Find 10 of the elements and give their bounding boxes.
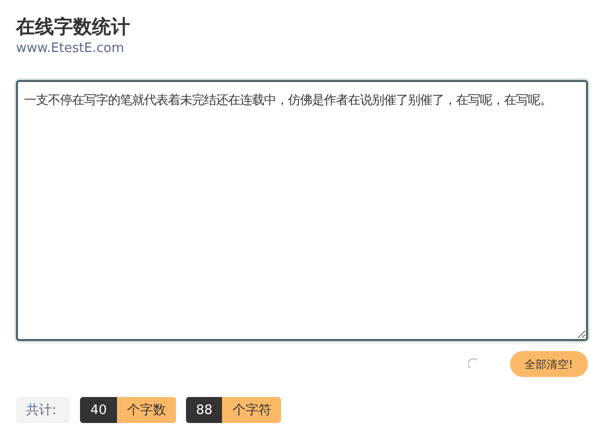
loading-spinner-icon bbox=[468, 358, 480, 370]
page-title: 在线字数统计 bbox=[16, 15, 131, 40]
count-unit: 个字符 bbox=[222, 397, 282, 423]
clear-all-button[interactable]: 全部清空! bbox=[510, 351, 588, 377]
count-unit: 个字数 bbox=[116, 397, 176, 423]
count-value: 40 bbox=[80, 397, 117, 423]
site-url: www.EtestE.com bbox=[16, 40, 126, 58]
total-label: 共计: bbox=[16, 397, 70, 423]
text-input-field[interactable]: 一支不停在写字的笔就代表着未完结还在连载中，仿佛是作者在说别催了别催了，在写呢，在写呢。 bbox=[16, 80, 588, 341]
count-value: 88 bbox=[186, 397, 222, 423]
